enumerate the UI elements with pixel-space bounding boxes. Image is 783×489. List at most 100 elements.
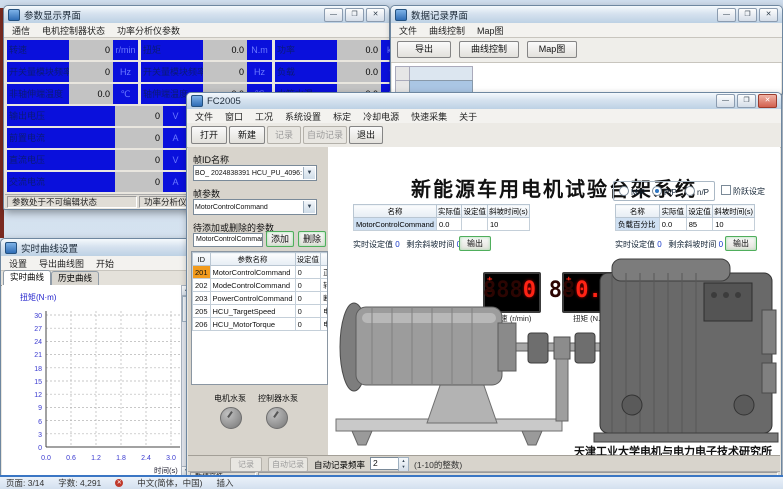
minimize-icon[interactable]: [717, 8, 736, 22]
menu-item[interactable]: 电机控制器状态: [37, 24, 110, 37]
menu-item[interactable]: 功率分析仪参数: [112, 24, 185, 37]
radio-icon[interactable]: [652, 186, 662, 196]
table-row[interactable]: MotorControlCommand 0.0 10: [354, 218, 530, 231]
record-grid[interactable]: [392, 63, 781, 93]
tab-realtime-curve[interactable]: 实时曲线: [3, 270, 51, 285]
new-button[interactable]: 新建: [229, 126, 265, 144]
controller-pump-knob[interactable]: [266, 407, 288, 429]
chevron-down-icon[interactable]: [303, 167, 315, 179]
output-button[interactable]: 输出: [459, 236, 491, 251]
menu-item-condition[interactable]: 工况: [250, 110, 278, 123]
spinner-icons[interactable]: ▲▼: [398, 457, 409, 472]
maximize-icon[interactable]: [738, 8, 757, 22]
word-count[interactable]: 字数: 4,291: [58, 477, 101, 489]
radio-icon[interactable]: [685, 186, 695, 196]
svg-text:30: 30: [34, 313, 42, 320]
menu-item-window[interactable]: 窗口: [220, 110, 248, 123]
delete-button[interactable]: 删除: [298, 231, 326, 247]
menu-item-calibration[interactable]: 标定: [328, 110, 356, 123]
param-value: 0: [69, 40, 113, 60]
proofing-icon[interactable]: ✕: [115, 479, 123, 487]
curve-window-icon: [5, 242, 17, 254]
map-chart-button[interactable]: Map图: [527, 41, 577, 58]
fc2005-titlebar[interactable]: FC2005: [187, 93, 781, 109]
insert-mode[interactable]: 插入: [216, 477, 233, 489]
menu-item[interactable]: 开始: [91, 257, 119, 270]
step-setting-checkbox[interactable]: 阶跃设定: [721, 185, 765, 197]
svg-text:0.6: 0.6: [66, 455, 76, 462]
open-button[interactable]: 打开: [191, 126, 227, 144]
table-row[interactable]: 206 HCU_MotorTorque 0 电机转矩: [193, 318, 329, 331]
fc2005-window: FC2005 文件 窗口 工况 系统设置 标定 冷却电源 快速采集 关于 打开 …: [186, 92, 782, 483]
svg-text:3.0: 3.0: [166, 455, 176, 462]
table-row[interactable]: 202 ModeControlCommand 0 转速模式=1，: [193, 279, 329, 292]
param-value: 0: [115, 150, 163, 170]
maximize-icon[interactable]: [737, 94, 756, 108]
table-row[interactable]: 201 MotorControlCommand 0 正向=1，反向: [193, 266, 329, 279]
table-row[interactable]: 负载百分比 0.0 85 10: [616, 218, 755, 231]
menu-item-about[interactable]: 关于: [454, 110, 482, 123]
page-indicator[interactable]: 页面: 3/14: [6, 477, 44, 489]
param-unit: A: [163, 172, 188, 192]
param-label: 扭矩: [141, 40, 203, 60]
menu-item[interactable]: 曲线控制: [424, 24, 470, 37]
close-icon[interactable]: ✕: [759, 8, 778, 22]
param-window-titlebar[interactable]: 参数显示界面 ✕: [4, 6, 389, 23]
frame-param-table[interactable]: ID 参数名称 设定值 说明 201 MotorControlCommand 0…: [192, 252, 328, 331]
svg-text:24: 24: [34, 339, 42, 346]
chevron-down-icon[interactable]: [303, 201, 315, 213]
menu-item-file[interactable]: 文件: [190, 110, 218, 123]
mode-radio-group: M/P P/P n/P: [613, 181, 715, 201]
svg-text:15: 15: [34, 379, 42, 386]
language-indicator[interactable]: 中文(简体，中国): [137, 477, 202, 489]
svg-text:0.0: 0.0: [41, 455, 51, 462]
menu-item[interactable]: 设置: [4, 257, 32, 270]
auto-record-button-bottom[interactable]: 自动记录: [268, 457, 308, 472]
param-name-input[interactable]: MotorControlCommand: [193, 233, 263, 247]
curve-control-button[interactable]: 曲线控制: [459, 41, 519, 58]
auto-record-interval-label: 自动记录频率: [314, 459, 365, 471]
load-percent-table[interactable]: 名称 实际值 设定值 斜坡时间(s) 负载百分比 0.0 85 10: [615, 204, 755, 231]
menu-item[interactable]: 导出曲线图: [34, 257, 89, 270]
add-button[interactable]: 添加: [266, 231, 294, 247]
param-value: 0: [203, 62, 247, 82]
minimize-icon[interactable]: [324, 8, 343, 22]
param-value: 0.0: [337, 40, 381, 60]
param-unit: ℃: [113, 84, 138, 104]
menu-item[interactable]: 文件: [394, 24, 422, 37]
export-button[interactable]: 导出: [397, 41, 451, 58]
mode-option[interactable]: n/P: [685, 186, 709, 197]
svg-text:1.2: 1.2: [91, 455, 101, 462]
table-row[interactable]: 203 PowerControlCommand 0 断开=0，闭合: [193, 292, 329, 305]
ramp-remaining-label: 剩余斜坡时间: [406, 240, 454, 249]
close-icon[interactable]: ✕: [366, 8, 385, 22]
menu-item[interactable]: Map图: [472, 24, 509, 37]
motor-pump-knob[interactable]: [220, 407, 242, 429]
svg-text:时间(s): 时间(s): [154, 465, 178, 475]
maximize-icon[interactable]: [345, 8, 364, 22]
record-button[interactable]: 记录: [267, 126, 301, 144]
close-icon[interactable]: [758, 94, 777, 108]
tab-history-curve[interactable]: 历史曲线: [51, 271, 99, 285]
auto-record-button[interactable]: 自动记录: [303, 126, 347, 144]
menu-item-fast-sampling[interactable]: 快速采集: [406, 110, 452, 123]
param-value: 0: [115, 128, 163, 148]
output-button[interactable]: 输出: [725, 236, 757, 251]
frame-id-select[interactable]: BO_ 2024838391 HCU_PU_4096: 8 HCU: [193, 165, 317, 181]
frame-param-select[interactable]: MotorControlCommand: [193, 199, 317, 215]
table-row[interactable]: 205 HCU_TargetSpeed 0 电机转速: [193, 305, 329, 318]
mode-option[interactable]: P/P: [652, 186, 677, 197]
mode-option[interactable]: M/P: [619, 186, 645, 197]
radio-icon[interactable]: [619, 186, 629, 196]
record-button-bottom[interactable]: 记录: [230, 457, 262, 472]
curve-window-titlebar[interactable]: 实时曲线设置: [1, 239, 193, 256]
minimize-icon[interactable]: [716, 94, 735, 108]
motor-command-table[interactable]: 名称 实际值 设定值 斜坡时间(s) MotorControlCommand 0…: [353, 204, 530, 231]
menu-item[interactable]: 通信: [7, 24, 35, 37]
menu-item-cooling-power[interactable]: 冷却电源: [358, 110, 404, 123]
exit-button[interactable]: 退出: [349, 126, 383, 144]
record-window-titlebar[interactable]: 数据记录界面 ✕: [391, 6, 782, 23]
checkbox-icon[interactable]: [721, 185, 731, 195]
menu-item-system-settings[interactable]: 系统设置: [280, 110, 326, 123]
realtime-setpoint-label: 实时设定值: [353, 240, 393, 249]
